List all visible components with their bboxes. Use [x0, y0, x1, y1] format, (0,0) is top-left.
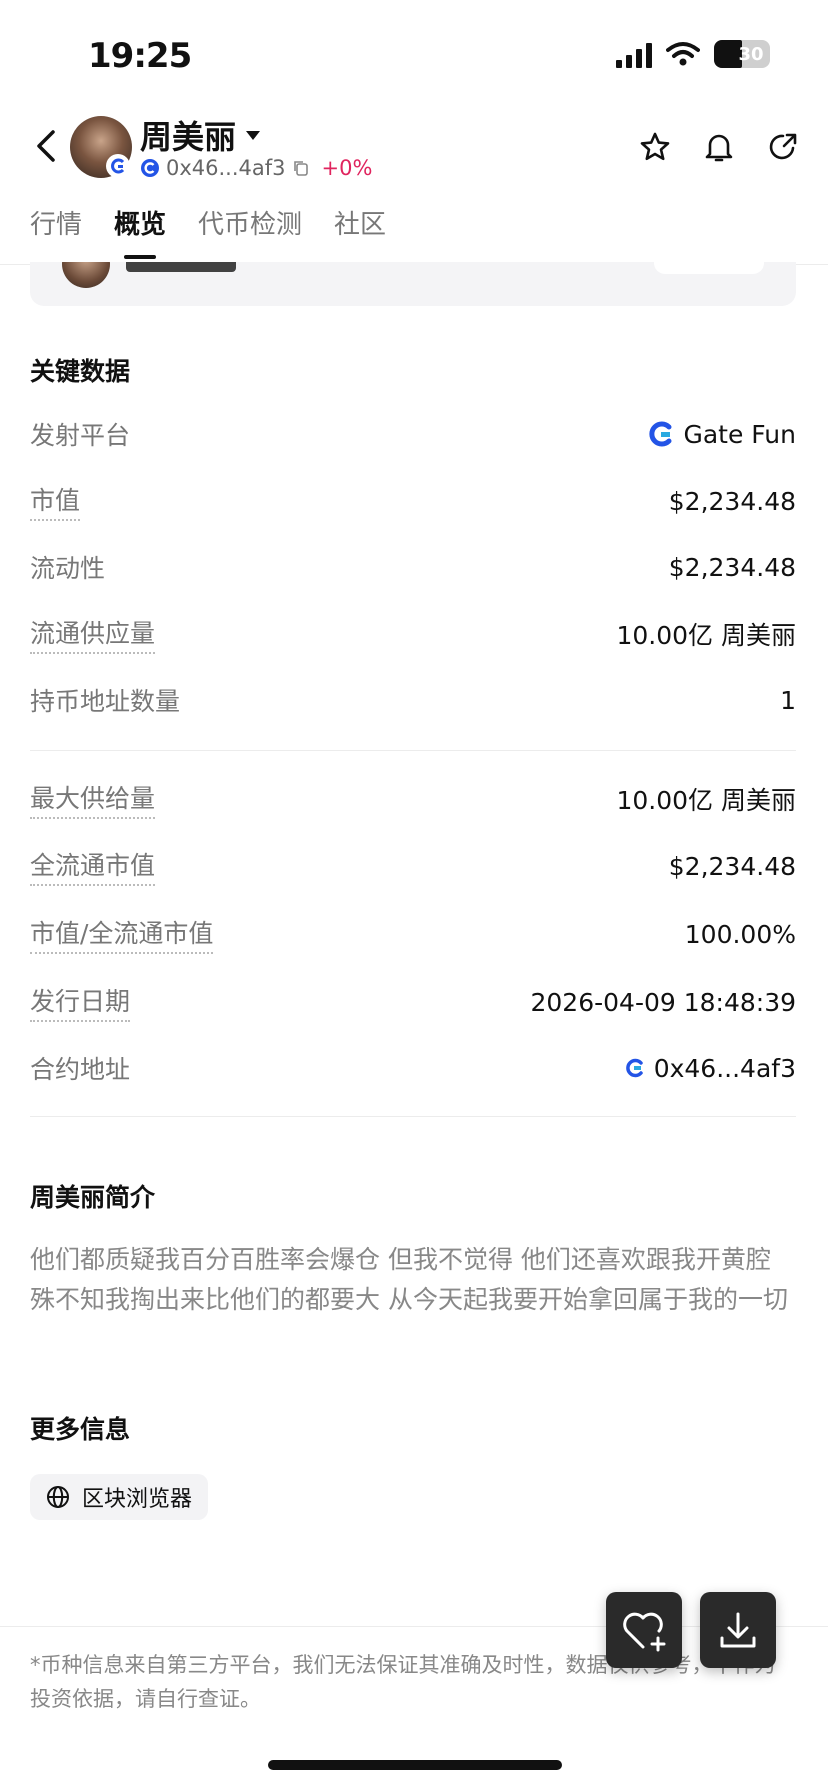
- liquidity-label: 流动性: [30, 554, 106, 583]
- max-supply-label[interactable]: 最大供给量: [30, 779, 156, 819]
- market-cap-value: $2,234.48: [668, 486, 796, 516]
- section-divider: [30, 750, 796, 751]
- market-cap-label[interactable]: 市值: [30, 481, 81, 521]
- max-supply-value: 10.00亿 周美丽: [616, 786, 796, 815]
- download-icon: [720, 1612, 756, 1648]
- circulating-supply-value: 10.00亿 周美丽: [616, 621, 796, 650]
- row-platform: 发射平台 Gate Fun: [30, 414, 796, 454]
- mc-fdv-ratio-value: 100.00%: [684, 919, 796, 949]
- fdv-value: $2,234.48: [668, 851, 796, 881]
- price-change: +0%: [321, 156, 373, 180]
- like-button[interactable]: [606, 1592, 682, 1668]
- follow-chip-cropped: [654, 262, 764, 274]
- token-name: 周美丽: [140, 118, 237, 156]
- tab-market[interactable]: 行情: [30, 204, 82, 259]
- token-subline: 0x46...4af3 +0%: [140, 156, 372, 180]
- gate-fun-badge-icon: [106, 154, 130, 178]
- token-header: 周美丽 0x46...4af3 +0%: [0, 110, 828, 190]
- holders-value: 1: [780, 685, 796, 715]
- cellular-signal-icon: [616, 40, 652, 68]
- contract-address-value: 0x46...4af3: [653, 1053, 796, 1083]
- row-circulating-supply: 流通供应量 10.00亿 周美丽: [30, 614, 796, 654]
- row-fdv: 全流通市值 $2,234.48: [30, 846, 796, 886]
- status-icons: 30: [616, 40, 770, 68]
- row-max-supply: 最大供给量 10.00亿 周美丽: [30, 779, 796, 819]
- issue-date-label[interactable]: 发行日期: [30, 982, 131, 1022]
- intro-title: 周美丽简介: [30, 1183, 156, 1212]
- tab-bar: 行情 概览 代币检测 社区: [30, 204, 386, 259]
- contract-label: 合约地址: [30, 1055, 131, 1084]
- globe-icon: [47, 1486, 69, 1508]
- caret-down-icon: [246, 130, 261, 140]
- token-address: 0x46...4af3: [166, 156, 286, 180]
- gate-fun-logo-icon: [625, 1058, 643, 1078]
- key-data-title: 关键数据: [30, 357, 131, 386]
- creator-name-cropped: [126, 262, 236, 272]
- copy-icon[interactable]: [292, 159, 310, 177]
- more-info-title: 更多信息: [30, 1415, 131, 1444]
- platform-value-link[interactable]: Gate Fun: [647, 420, 796, 449]
- platform-label: 发射平台: [30, 421, 131, 450]
- battery-icon: 30: [714, 40, 770, 68]
- wifi-icon: [666, 42, 700, 66]
- token-name-dropdown[interactable]: 周美丽: [140, 112, 261, 158]
- mc-fdv-ratio-label[interactable]: 市值/全流通市值: [30, 914, 214, 954]
- gate-fun-logo-icon: [649, 421, 672, 447]
- download-button[interactable]: [700, 1592, 776, 1668]
- alert-button[interactable]: [702, 130, 736, 164]
- battery-level: 30: [738, 43, 764, 65]
- tab-community[interactable]: 社区: [334, 204, 386, 259]
- tab-overview[interactable]: 概览: [114, 204, 166, 259]
- star-icon: [640, 132, 670, 161]
- header-actions: [638, 130, 800, 164]
- intro-text: 他们都质疑我百分百胜率会爆仓 但我不觉得 他们还喜欢跟我开黄腔 殊不知我掏出来比…: [30, 1245, 788, 1314]
- creator-card-partial: [30, 262, 796, 306]
- row-liquidity: 流动性 $2,234.48: [30, 547, 796, 587]
- row-holders: 持币地址数量 1: [30, 680, 796, 720]
- row-contract: 合约地址 0x46...4af3: [30, 1048, 796, 1088]
- block-explorer-button[interactable]: 区块浏览器: [30, 1474, 209, 1520]
- creator-avatar: [62, 262, 110, 288]
- tab-token-check[interactable]: 代币检测: [198, 204, 302, 259]
- liquidity-value: $2,234.48: [668, 552, 796, 582]
- share-icon: [769, 133, 797, 160]
- back-button[interactable]: [26, 126, 66, 166]
- favorite-button[interactable]: [638, 130, 672, 164]
- fdv-label[interactable]: 全流通市值: [30, 846, 156, 886]
- row-market-cap: 市值 $2,234.48: [30, 481, 796, 521]
- chevron-left-icon: [37, 130, 55, 162]
- home-indicator[interactable]: [268, 1760, 562, 1770]
- bell-icon: [705, 134, 733, 162]
- gate-fun-logo-icon: [141, 159, 159, 177]
- holders-label: 持币地址数量: [30, 687, 181, 716]
- share-button[interactable]: [766, 130, 800, 164]
- circulating-supply-label[interactable]: 流通供应量: [30, 614, 156, 654]
- platform-value: Gate Fun: [683, 419, 796, 449]
- heart-plus-icon: [623, 1612, 666, 1652]
- row-mc-fdv-ratio: 市值/全流通市值 100.00%: [30, 914, 796, 954]
- block-explorer-label: 区块浏览器: [82, 1487, 193, 1512]
- contract-address-link[interactable]: 0x46...4af3: [624, 1054, 796, 1083]
- section-divider: [30, 1116, 796, 1117]
- status-bar: 19:25 30: [0, 0, 828, 110]
- status-time: 19:25: [88, 36, 192, 76]
- row-issue-date: 发行日期 2026-04-09 18:48:39: [30, 982, 796, 1022]
- issue-date-value: 2026-04-09 18:48:39: [530, 987, 796, 1017]
